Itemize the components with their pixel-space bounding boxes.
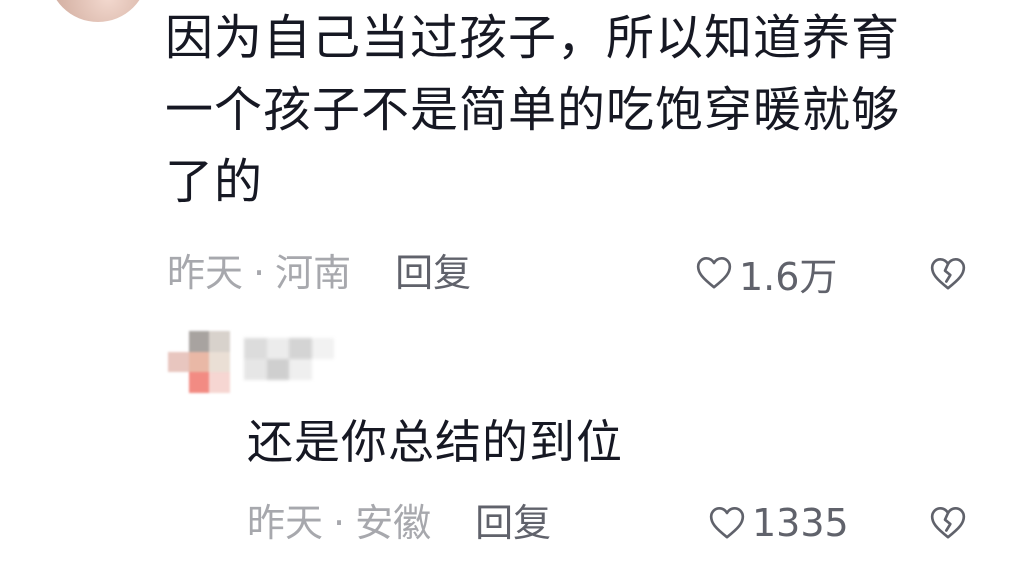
heart-outline-icon <box>696 257 732 289</box>
broken-heart-icon[interactable] <box>928 254 968 294</box>
reply-location: 安徽 <box>355 501 432 545</box>
comment-text-line: 因为自己当过孩子，所以知道养育 <box>165 10 901 66</box>
like-button[interactable]: 1335 <box>706 495 849 551</box>
reply-text: 还是你总结的到位 <box>247 415 623 469</box>
meta-separator: · <box>253 251 266 295</box>
reply-username[interactable] <box>244 338 334 380</box>
comment-time: 昨天 <box>167 251 244 295</box>
like-button[interactable]: 1.6万 <box>693 245 837 301</box>
reply-avatar[interactable] <box>168 331 230 393</box>
like-count: 1.6万 <box>739 254 838 299</box>
reply-time: 昨天 <box>247 501 324 545</box>
comment-meta: 昨天 · 河南 回复 <box>167 245 471 301</box>
meta-separator: · <box>333 501 346 545</box>
reply-button[interactable]: 回复 <box>475 501 551 545</box>
broken-heart-icon[interactable] <box>928 503 968 543</box>
commenter-avatar[interactable] <box>48 0 148 22</box>
comment-location: 河南 <box>275 251 352 295</box>
reply-meta: 昨天 · 安徽 回复 <box>247 495 551 551</box>
reply-button[interactable]: 回复 <box>395 251 471 295</box>
comment-text-line: 了的 <box>165 154 264 210</box>
heart-outline-icon <box>709 507 745 539</box>
like-count: 1335 <box>752 501 849 545</box>
comment-text-line: 一个孩子不是简单的吃饱穿暖就够 <box>165 82 901 138</box>
comment-text: 因为自己当过孩子，所以知道养育 一个孩子不是简单的吃饱穿暖就够 了的 <box>165 2 995 218</box>
